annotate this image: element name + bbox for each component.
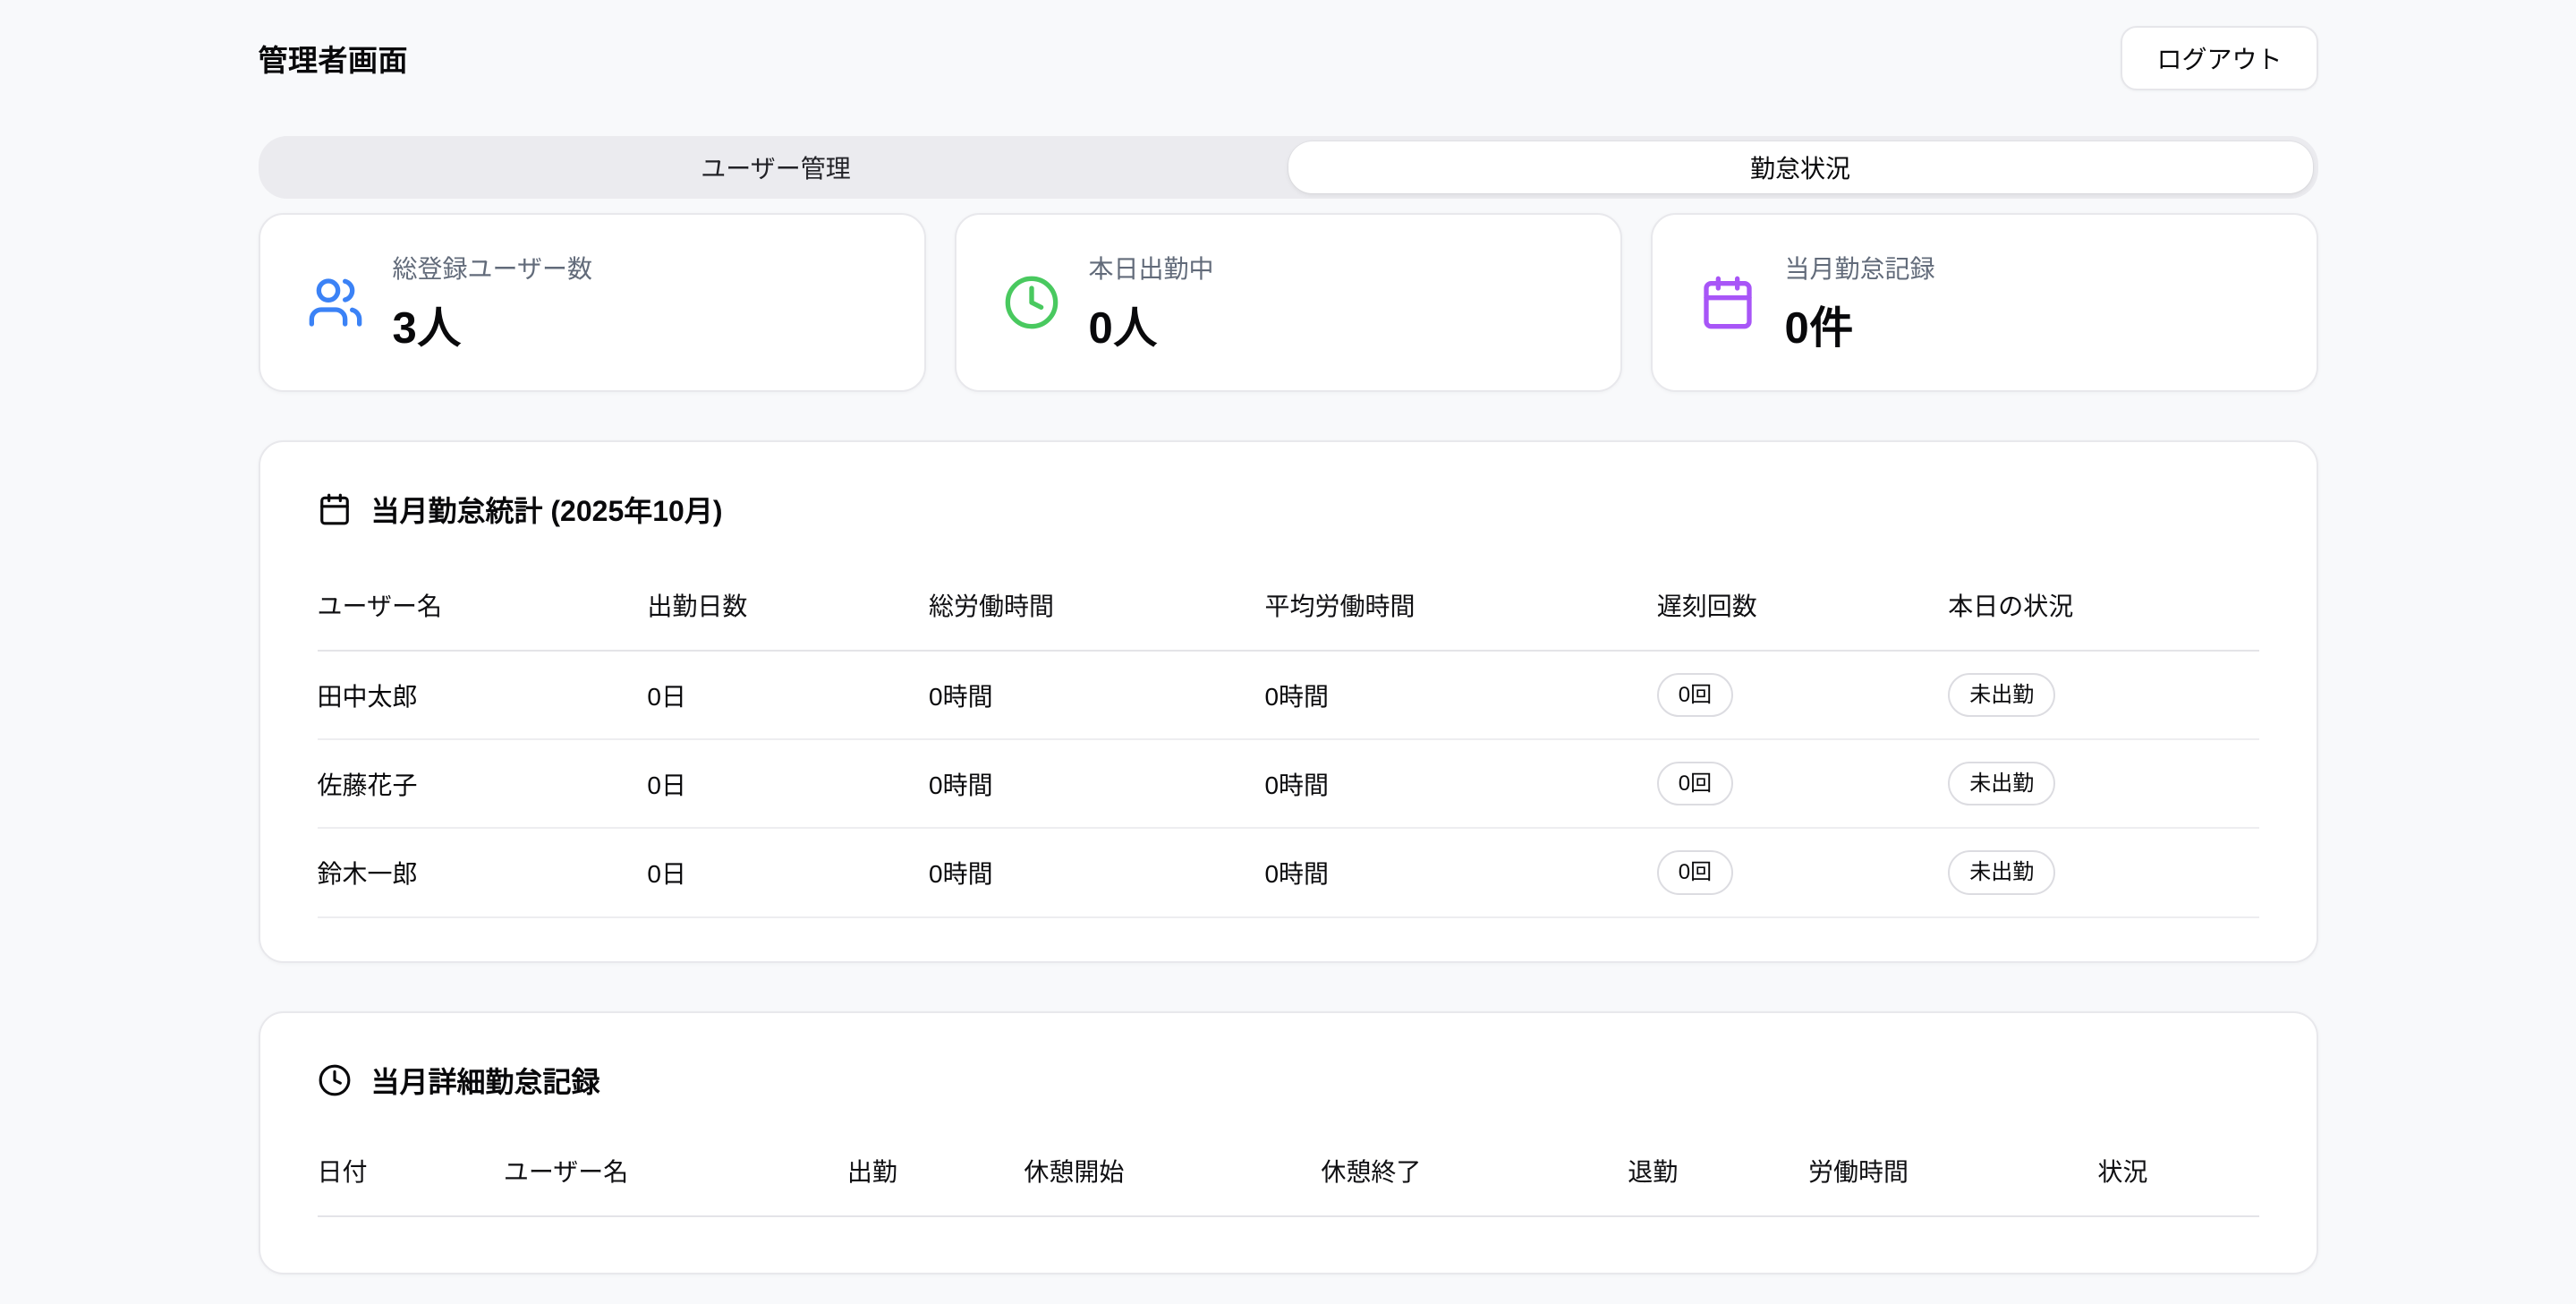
stat-value: 0件 xyxy=(1785,293,1935,356)
calendar-icon xyxy=(318,492,352,526)
clock-icon xyxy=(318,1063,352,1097)
stats-row: 総登録ユーザー数 3人 本日出勤中 0人 xyxy=(259,213,2318,392)
avg-hours-cell: 0時間 xyxy=(1264,828,1656,916)
status-badge: 未出勤 xyxy=(1948,850,2055,894)
days-cell: 0日 xyxy=(647,651,929,739)
column-header: 休憩開始 xyxy=(1024,1137,1321,1216)
stat-label: 当月勤怠記録 xyxy=(1785,250,1935,286)
monthly-stats-card: 当月勤怠統計 (2025年10月) ユーザー名 出勤日数 総労働時間 平均労働時… xyxy=(259,440,2318,963)
section-title: 当月詳細勤怠記録 xyxy=(371,1060,600,1101)
late-count-badge: 0回 xyxy=(1657,673,1733,717)
status-badge: 未出勤 xyxy=(1948,762,2055,805)
column-header: 平均労働時間 xyxy=(1264,571,1656,651)
stat-card-working-today: 本日出勤中 0人 xyxy=(955,213,1622,392)
table-row: 鈴木一郎 0日 0時間 0時間 0回 未出勤 xyxy=(318,828,2259,916)
stat-value: 0人 xyxy=(1089,293,1214,356)
avg-hours-cell: 0時間 xyxy=(1264,739,1656,828)
table-header-row: 日付 ユーザー名 出勤 休憩開始 休憩終了 退勤 労働時間 状況 xyxy=(318,1137,2259,1216)
late-count-badge: 0回 xyxy=(1657,850,1733,894)
stat-label: 総登録ユーザー数 xyxy=(393,250,592,286)
total-hours-cell: 0時間 xyxy=(929,828,1264,916)
column-header: 遅刻回数 xyxy=(1657,571,1949,651)
users-icon xyxy=(307,274,364,331)
stat-label: 本日出勤中 xyxy=(1089,250,1214,286)
user-name-cell: 田中太郎 xyxy=(318,651,648,739)
user-name-cell: 鈴木一郎 xyxy=(318,828,648,916)
column-header: 本日の状況 xyxy=(1948,571,2258,651)
column-header: 労働時間 xyxy=(1808,1137,2097,1216)
detail-records-table: 日付 ユーザー名 出勤 休憩開始 休憩終了 退勤 労働時間 状況 xyxy=(318,1137,2259,1217)
column-header: 出勤 xyxy=(847,1137,1024,1216)
column-header: 退勤 xyxy=(1628,1137,1808,1216)
tab-bar: ユーザー管理 勤怠状況 xyxy=(259,136,2318,199)
status-badge: 未出勤 xyxy=(1948,673,2055,717)
stat-value: 3人 xyxy=(393,293,592,356)
detail-records-heading: 当月詳細勤怠記録 xyxy=(318,1060,2259,1101)
monthly-stats-heading: 当月勤怠統計 (2025年10月) xyxy=(318,489,2259,530)
column-header: ユーザー名 xyxy=(504,1137,847,1216)
page-title: 管理者画面 xyxy=(259,37,409,80)
clock-icon xyxy=(1003,274,1060,331)
stat-card-total-users: 総登録ユーザー数 3人 xyxy=(259,213,926,392)
table-header-row: ユーザー名 出勤日数 総労働時間 平均労働時間 遅刻回数 本日の状況 xyxy=(318,571,2259,651)
total-hours-cell: 0時間 xyxy=(929,739,1264,828)
table-row: 佐藤花子 0日 0時間 0時間 0回 未出勤 xyxy=(318,739,2259,828)
column-header: 総労働時間 xyxy=(929,571,1264,651)
tab-attendance-status[interactable]: 勤怠状況 xyxy=(1288,141,2313,193)
table-row: 田中太郎 0日 0時間 0時間 0回 未出勤 xyxy=(318,651,2259,739)
days-cell: 0日 xyxy=(647,739,929,828)
column-header: 出勤日数 xyxy=(647,571,929,651)
column-header: 休憩終了 xyxy=(1321,1137,1628,1216)
calendar-icon xyxy=(1699,274,1756,331)
days-cell: 0日 xyxy=(647,828,929,916)
logout-button[interactable]: ログアウト xyxy=(2121,26,2317,90)
detail-records-card: 当月詳細勤怠記録 日付 ユーザー名 出勤 休憩開始 休憩終了 退勤 労働時間 状… xyxy=(259,1011,2318,1274)
total-hours-cell: 0時間 xyxy=(929,651,1264,739)
column-header: 状況 xyxy=(2097,1137,2258,1216)
header: 管理者画面 ログアウト xyxy=(259,0,2318,89)
tab-user-management[interactable]: ユーザー管理 xyxy=(264,141,1288,193)
column-header: 日付 xyxy=(318,1137,504,1216)
monthly-stats-table: ユーザー名 出勤日数 総労働時間 平均労働時間 遅刻回数 本日の状況 田中太郎 … xyxy=(318,571,2259,918)
late-count-badge: 0回 xyxy=(1657,762,1733,805)
column-header: ユーザー名 xyxy=(318,571,648,651)
user-name-cell: 佐藤花子 xyxy=(318,739,648,828)
section-title: 当月勤怠統計 (2025年10月) xyxy=(371,489,723,530)
stat-card-monthly-records: 当月勤怠記録 0件 xyxy=(1651,213,2318,392)
avg-hours-cell: 0時間 xyxy=(1264,651,1656,739)
